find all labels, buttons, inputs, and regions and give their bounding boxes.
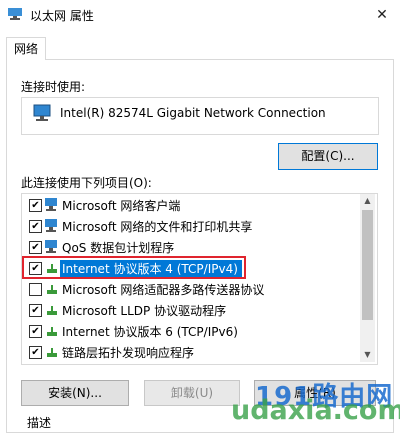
list-item[interactable]: ✔ Microsoft 网络客户端: [22, 195, 362, 215]
list-item-label: QoS 数据包计划程序: [62, 241, 175, 255]
checkbox[interactable]: [29, 283, 42, 296]
checkbox[interactable]: ✔: [29, 199, 42, 212]
list-item[interactable]: Microsoft 网络适配器多路传送器协议: [22, 279, 362, 299]
items-list: ✔ Microsoft 网络客户端 ✔ Microsoft 网络的文件和打印机共…: [21, 193, 378, 365]
watermark-url: udaxia.com: [231, 395, 400, 426]
network-share-icon: [45, 219, 57, 232]
checkbox[interactable]: ✔: [29, 304, 42, 317]
tab-network[interactable]: 网络: [6, 37, 46, 60]
list-item-label: Microsoft 网络客户端: [62, 199, 181, 213]
list-item[interactable]: ✔ 链路层拓扑发现响应程序: [22, 342, 362, 362]
list-item[interactable]: ✔ Microsoft LLDP 协议驱动程序: [22, 300, 362, 320]
network-adapter-icon: [8, 8, 22, 20]
list-item[interactable]: ✔ Microsoft 网络的文件和打印机共享: [22, 216, 362, 236]
network-client-icon: [45, 198, 57, 211]
network-adapter-icon: [33, 104, 51, 121]
protocol-icon: [47, 306, 57, 315]
adapter-name: Intel(R) 82574L Gigabit Network Connecti…: [60, 106, 326, 120]
scroll-down-icon[interactable]: ▼: [360, 348, 375, 362]
checkbox[interactable]: ✔: [29, 346, 42, 359]
uninstall-button[interactable]: 卸载(U): [144, 380, 240, 406]
connect-using-label: 连接时使用:: [21, 80, 86, 94]
highlight-annotation: [22, 256, 246, 279]
list-item-label: 链路层拓扑发现响应程序: [62, 346, 195, 360]
window-title: 以太网 属性: [30, 9, 94, 23]
scrollbar-thumb[interactable]: [362, 210, 373, 320]
list-item-label: Microsoft LLDP 协议驱动程序: [62, 304, 227, 318]
checkbox[interactable]: ✔: [29, 241, 42, 254]
scroll-up-icon[interactable]: ▲: [360, 194, 375, 208]
checkbox[interactable]: ✔: [29, 325, 42, 338]
protocol-icon: [47, 327, 57, 336]
list-item-label: Internet 协议版本 6 (TCP/IPv6): [62, 325, 238, 339]
protocol-icon: [47, 285, 57, 294]
configure-button[interactable]: 配置(C)...: [278, 143, 378, 170]
protocol-icon: [47, 348, 57, 357]
checkbox[interactable]: ✔: [29, 220, 42, 233]
items-label: 此连接使用下列项目(O):: [21, 176, 152, 190]
list-item[interactable]: ✔ Internet 协议版本 6 (TCP/IPv6): [22, 321, 362, 341]
network-service-icon: [45, 240, 57, 253]
list-item-label: Microsoft 网络适配器多路传送器协议: [62, 283, 265, 297]
list-item[interactable]: ✔ QoS 数据包计划程序: [22, 237, 362, 257]
install-button[interactable]: 安装(N)...: [21, 380, 129, 406]
description-label: 描述: [27, 416, 52, 430]
list-item-label: Microsoft 网络的文件和打印机共享: [62, 220, 253, 234]
close-icon[interactable]: ✕: [370, 4, 394, 26]
